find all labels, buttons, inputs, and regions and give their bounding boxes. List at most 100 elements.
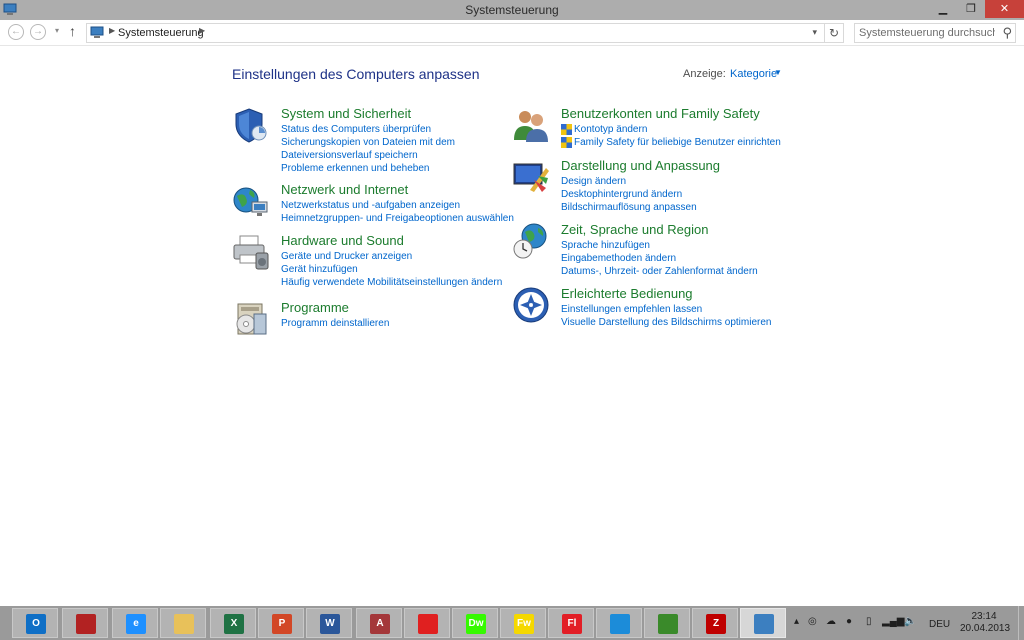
language-indicator[interactable]: DEU [929, 619, 950, 630]
taskbar-app-button[interactable]: A [356, 608, 402, 638]
red-app-icon [76, 614, 96, 634]
category-link[interactable]: Sicherungskopien von Dateien mit dem [281, 136, 455, 149]
restore-button[interactable]: ❐ [958, 0, 984, 18]
clock-date: 20.04.2013 [960, 623, 1011, 634]
filezilla-icon: Z [706, 614, 726, 634]
word-icon: W [320, 614, 340, 634]
search-box[interactable]: ⚲ [854, 23, 1016, 43]
category-title[interactable]: Erleichterte Bedienung [561, 286, 693, 301]
taskbar-app-button[interactable]: Z [692, 608, 738, 638]
taskbar-app-button[interactable]: O [12, 608, 58, 638]
appearance-icon[interactable] [512, 158, 550, 196]
recent-pages-dropdown[interactable]: ▾ [55, 26, 59, 35]
category-link[interactable]: Häufig verwendete Mobilitätseinstellunge… [281, 276, 502, 289]
taskbar-app-button[interactable]: W [306, 608, 352, 638]
page-title: Einstellungen des Computers anpassen [232, 66, 480, 82]
signal-icon[interactable]: ▂▄▆ [882, 616, 904, 627]
category-title[interactable]: Programme [281, 300, 349, 315]
dropdown-arrow-icon[interactable]: ▼ [774, 68, 782, 77]
category-link[interactable]: Kontotyp ändern [561, 123, 781, 136]
users-icon[interactable] [512, 106, 550, 144]
category-link-label[interactable]: Kontotyp ändern [574, 124, 647, 135]
search-icon[interactable]: ⚲ [1002, 25, 1012, 41]
taskbar-app-button[interactable] [740, 608, 786, 638]
category-title[interactable]: Zeit, Sprache und Region [561, 222, 708, 237]
outlook-icon: O [26, 614, 46, 634]
battery-icon[interactable]: ▯ [866, 616, 872, 627]
taskbar-app-button[interactable] [644, 608, 690, 638]
internet-explorer-icon: e [126, 614, 146, 634]
show-desktop-button[interactable] [1018, 606, 1024, 640]
address-bar[interactable]: ▶ Systemsteuerung ▶ ▾ [86, 23, 844, 43]
taskbar-app-button[interactable]: Dw [452, 608, 498, 638]
category-title[interactable]: Hardware und Sound [281, 233, 404, 248]
minimize-button[interactable]: ▁ [930, 0, 956, 18]
category-link[interactable]: Desktophintergrund ändern [561, 188, 697, 201]
category-link[interactable]: Sprache hinzufügen [561, 239, 758, 252]
taskbar-app-button[interactable] [160, 608, 206, 638]
category-link[interactable]: Visuelle Darstellung des Bildschirms opt… [561, 316, 771, 329]
volume-icon[interactable]: 🔈 [904, 616, 916, 627]
category-title[interactable]: Benutzerkonten und Family Safety [561, 106, 760, 121]
taskbar-app-button[interactable] [62, 608, 108, 638]
taskbar-app-button[interactable]: e [112, 608, 158, 638]
address-toolbar: ← → ▾ ↑ ▶ Systemsteuerung ▶ ▾ ↻ ⚲ [0, 20, 1024, 46]
category-title[interactable]: System und Sicherheit [281, 106, 411, 121]
uac-shield-icon [561, 137, 572, 148]
control-panel-icon [90, 26, 104, 38]
category-link[interactable]: Datums-, Uhrzeit- oder Zahlenformat ände… [561, 265, 758, 278]
category-link[interactable]: Status des Computers überprüfen [281, 123, 455, 136]
programs-icon[interactable] [232, 300, 270, 338]
category-link[interactable]: Gerät hinzufügen [281, 263, 502, 276]
category-link[interactable]: Eingabemethoden ändern [561, 252, 758, 265]
taskbar-app-button[interactable] [404, 608, 450, 638]
file-explorer-icon [174, 614, 194, 634]
printer-icon[interactable] [232, 233, 270, 271]
access-icon: A [370, 614, 390, 634]
forward-button[interactable]: → [30, 24, 46, 40]
tray-eye-icon[interactable]: ◎ [808, 616, 817, 627]
category-link[interactable]: Design ändern [561, 175, 697, 188]
category-link[interactable]: Programm deinstallieren [281, 317, 389, 330]
dreamweaver-icon: Dw [466, 614, 486, 634]
cloud-icon[interactable]: ☁ [826, 616, 836, 627]
view-mode-dropdown[interactable]: Kategorie [730, 68, 777, 80]
refresh-button[interactable]: ↻ [824, 23, 844, 43]
category-link[interactable]: Netzwerkstatus und -aufgaben anzeigen [281, 199, 514, 212]
breadcrumb[interactable]: Systemsteuerung [118, 27, 204, 39]
back-button[interactable]: ← [8, 24, 24, 40]
clock[interactable]: 23:14 20.04.2013 [960, 611, 1011, 635]
category-title[interactable]: Netzwerk und Internet [281, 182, 408, 197]
up-button[interactable]: ↑ [69, 23, 76, 39]
chevron-right-icon[interactable]: ▶ [199, 26, 205, 35]
title-bar: Systemsteuerung ▁ ❐ ✕ [0, 0, 1024, 20]
category-link[interactable]: Einstellungen empfehlen lassen [561, 303, 771, 316]
category-title[interactable]: Darstellung und Anpassung [561, 158, 720, 173]
chevron-right-icon[interactable]: ▶ [109, 26, 115, 35]
network-globe-icon[interactable] [232, 182, 270, 220]
taskbar-app-button[interactable]: P [258, 608, 304, 638]
taskbar-app-button[interactable]: X [210, 608, 256, 638]
category-link-label[interactable]: Family Safety für beliebige Benutzer ein… [574, 137, 781, 148]
taskbar-app-button[interactable]: Fw [500, 608, 546, 638]
control-panel-icon [754, 614, 774, 634]
close-button[interactable]: ✕ [985, 0, 1024, 18]
category-link[interactable]: Geräte und Drucker anzeigen [281, 250, 502, 263]
red-tray-icon[interactable]: ● [846, 616, 852, 627]
window-title: Systemsteuerung [465, 3, 559, 17]
category-link[interactable]: Family Safety für beliebige Benutzer ein… [561, 136, 781, 149]
category-link[interactable]: Probleme erkennen und beheben [281, 162, 455, 175]
category-link[interactable]: Bildschirmauflösung anpassen [561, 201, 697, 214]
ease-of-access-icon[interactable] [512, 286, 550, 324]
acrobat-icon [418, 614, 438, 634]
shield-icon[interactable] [232, 106, 270, 144]
category-link[interactable]: Heimnetzgruppen- und Freigabeoptionen au… [281, 212, 514, 225]
globe-clock-icon[interactable] [512, 222, 550, 260]
search-input[interactable] [859, 26, 995, 40]
taskbar-app-button[interactable]: Fl [548, 608, 594, 638]
taskbar-app-button[interactable] [596, 608, 642, 638]
category-link[interactable]: Dateiversionsverlauf speichern [281, 149, 455, 162]
powerpoint-icon: P [272, 614, 292, 634]
address-history-dropdown[interactable]: ▾ [812, 27, 817, 38]
tray-expand-icon[interactable]: ▴ [794, 616, 799, 627]
